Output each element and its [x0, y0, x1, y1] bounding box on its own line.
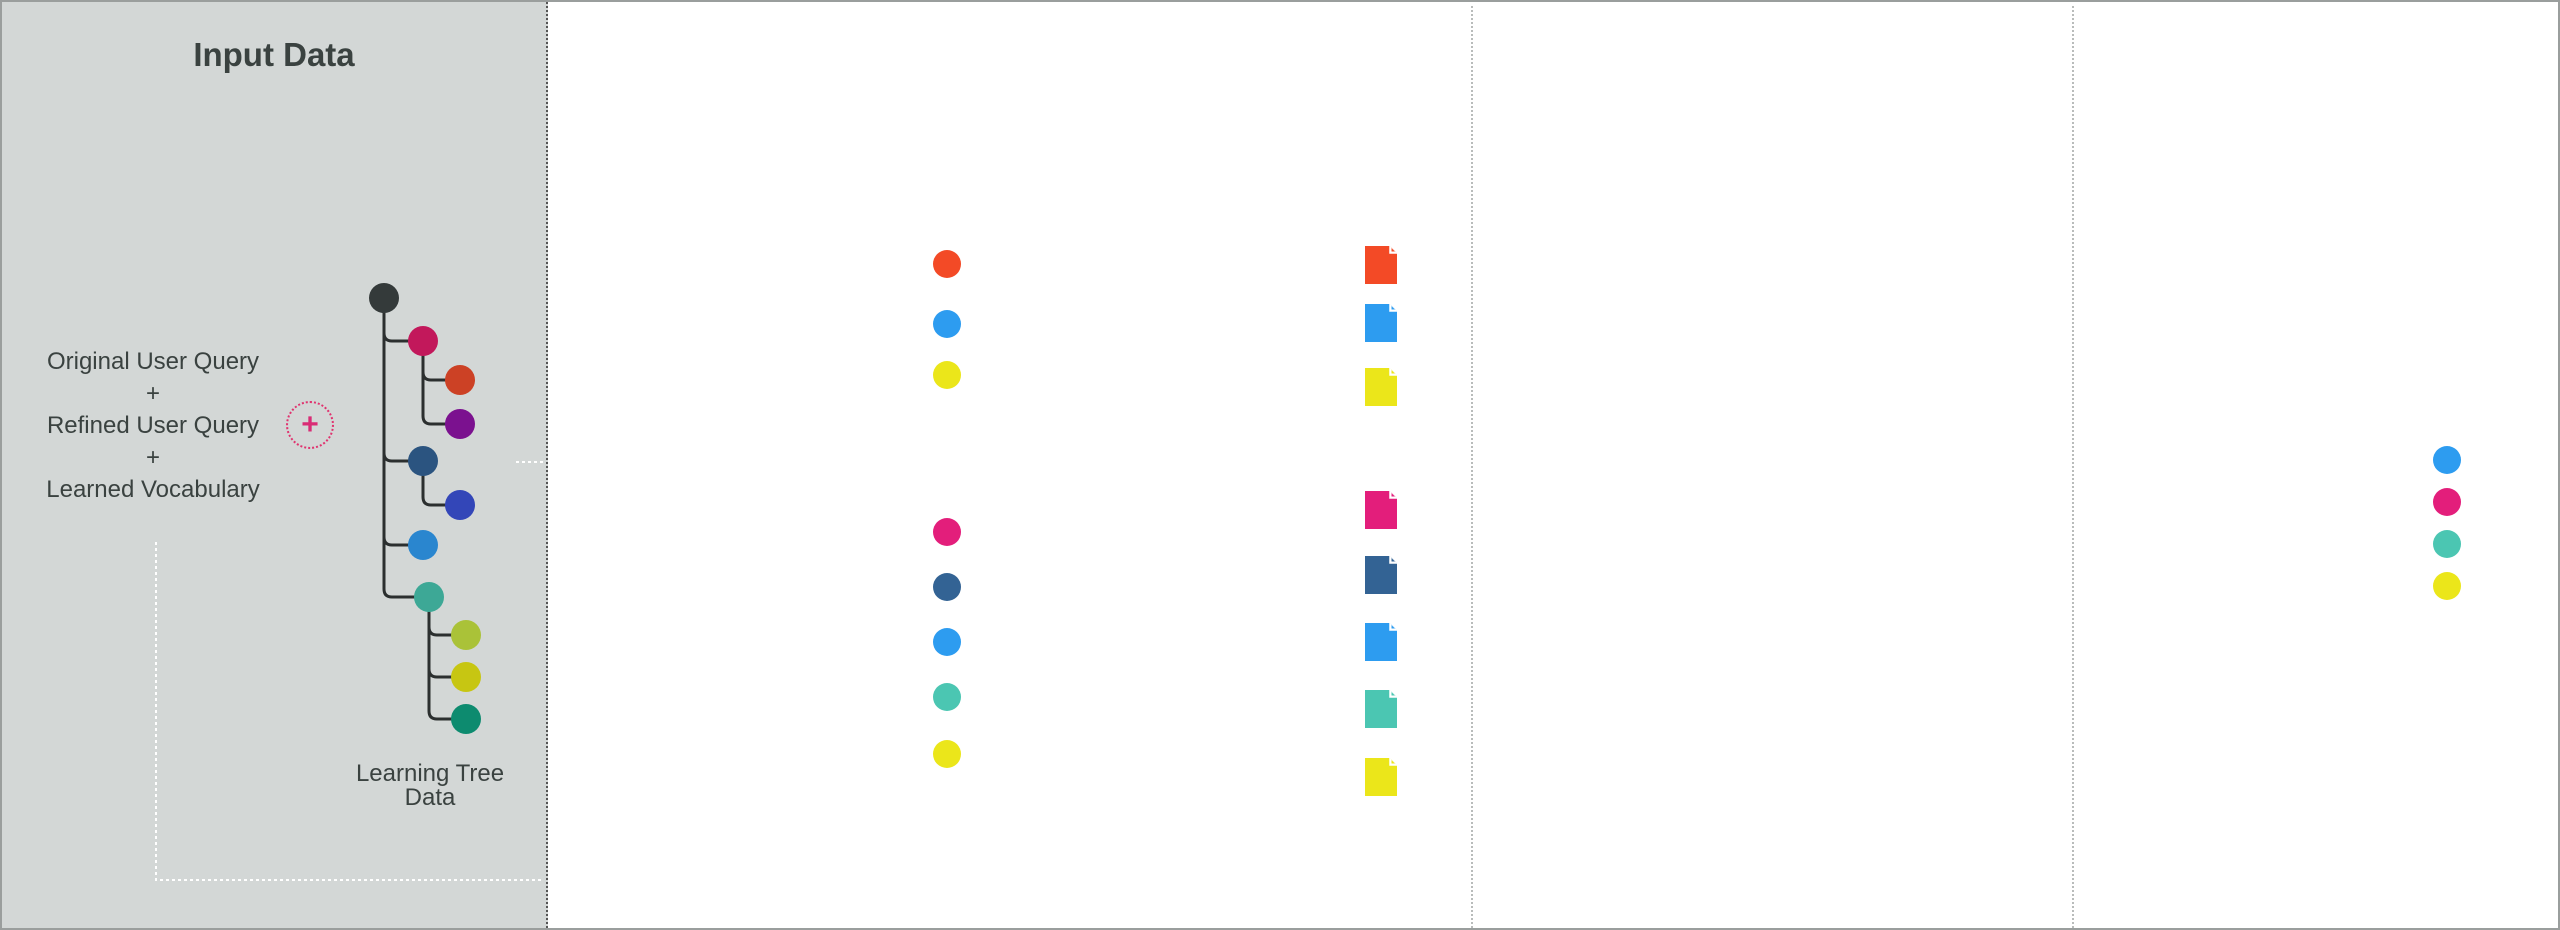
query-term-dot [933, 573, 961, 601]
query-term-dot [933, 310, 961, 338]
document-icon [1365, 556, 1397, 594]
result-dot [2433, 572, 2461, 600]
document-icon [1365, 491, 1397, 529]
input-data-panel: Input Data Original User Query + Refined… [2, 2, 548, 928]
tree-edge [382, 298, 423, 463]
result-dot [2433, 488, 2461, 516]
query-term-dot [933, 518, 961, 546]
tree-node [445, 365, 475, 395]
tree-root-node [369, 283, 399, 313]
document-icon [1365, 690, 1397, 728]
tree-node [445, 409, 475, 439]
tree-node [414, 582, 444, 612]
query-term-dot [933, 250, 961, 278]
stage-divider [1471, 6, 1473, 928]
query-term-dot [933, 628, 961, 656]
document-icon [1365, 246, 1397, 284]
tree-node [408, 530, 438, 560]
result-dot [2433, 530, 2461, 558]
query-term-dot [933, 740, 961, 768]
tree-node [451, 620, 481, 650]
tree-node [451, 662, 481, 692]
tree-label-line: Learning Tree [355, 760, 505, 787]
tree-label-line: Data [404, 784, 456, 811]
document-icon [1365, 368, 1397, 406]
document-icon [1365, 758, 1397, 796]
diagram-frame: Input Data Original User Query + Refined… [0, 0, 2560, 930]
tree-node [451, 704, 481, 734]
query-term-dot [933, 683, 961, 711]
query-term-dot [933, 361, 961, 389]
learning-tree-label: Learning Tree Data [320, 762, 540, 810]
tree-node [408, 326, 438, 356]
document-icon [1365, 623, 1397, 661]
tree-node [445, 490, 475, 520]
tree-edge [427, 597, 466, 721]
result-dot [2433, 446, 2461, 474]
document-icon [1365, 304, 1397, 342]
tree-node [408, 446, 438, 476]
stage-divider [2072, 6, 2074, 928]
